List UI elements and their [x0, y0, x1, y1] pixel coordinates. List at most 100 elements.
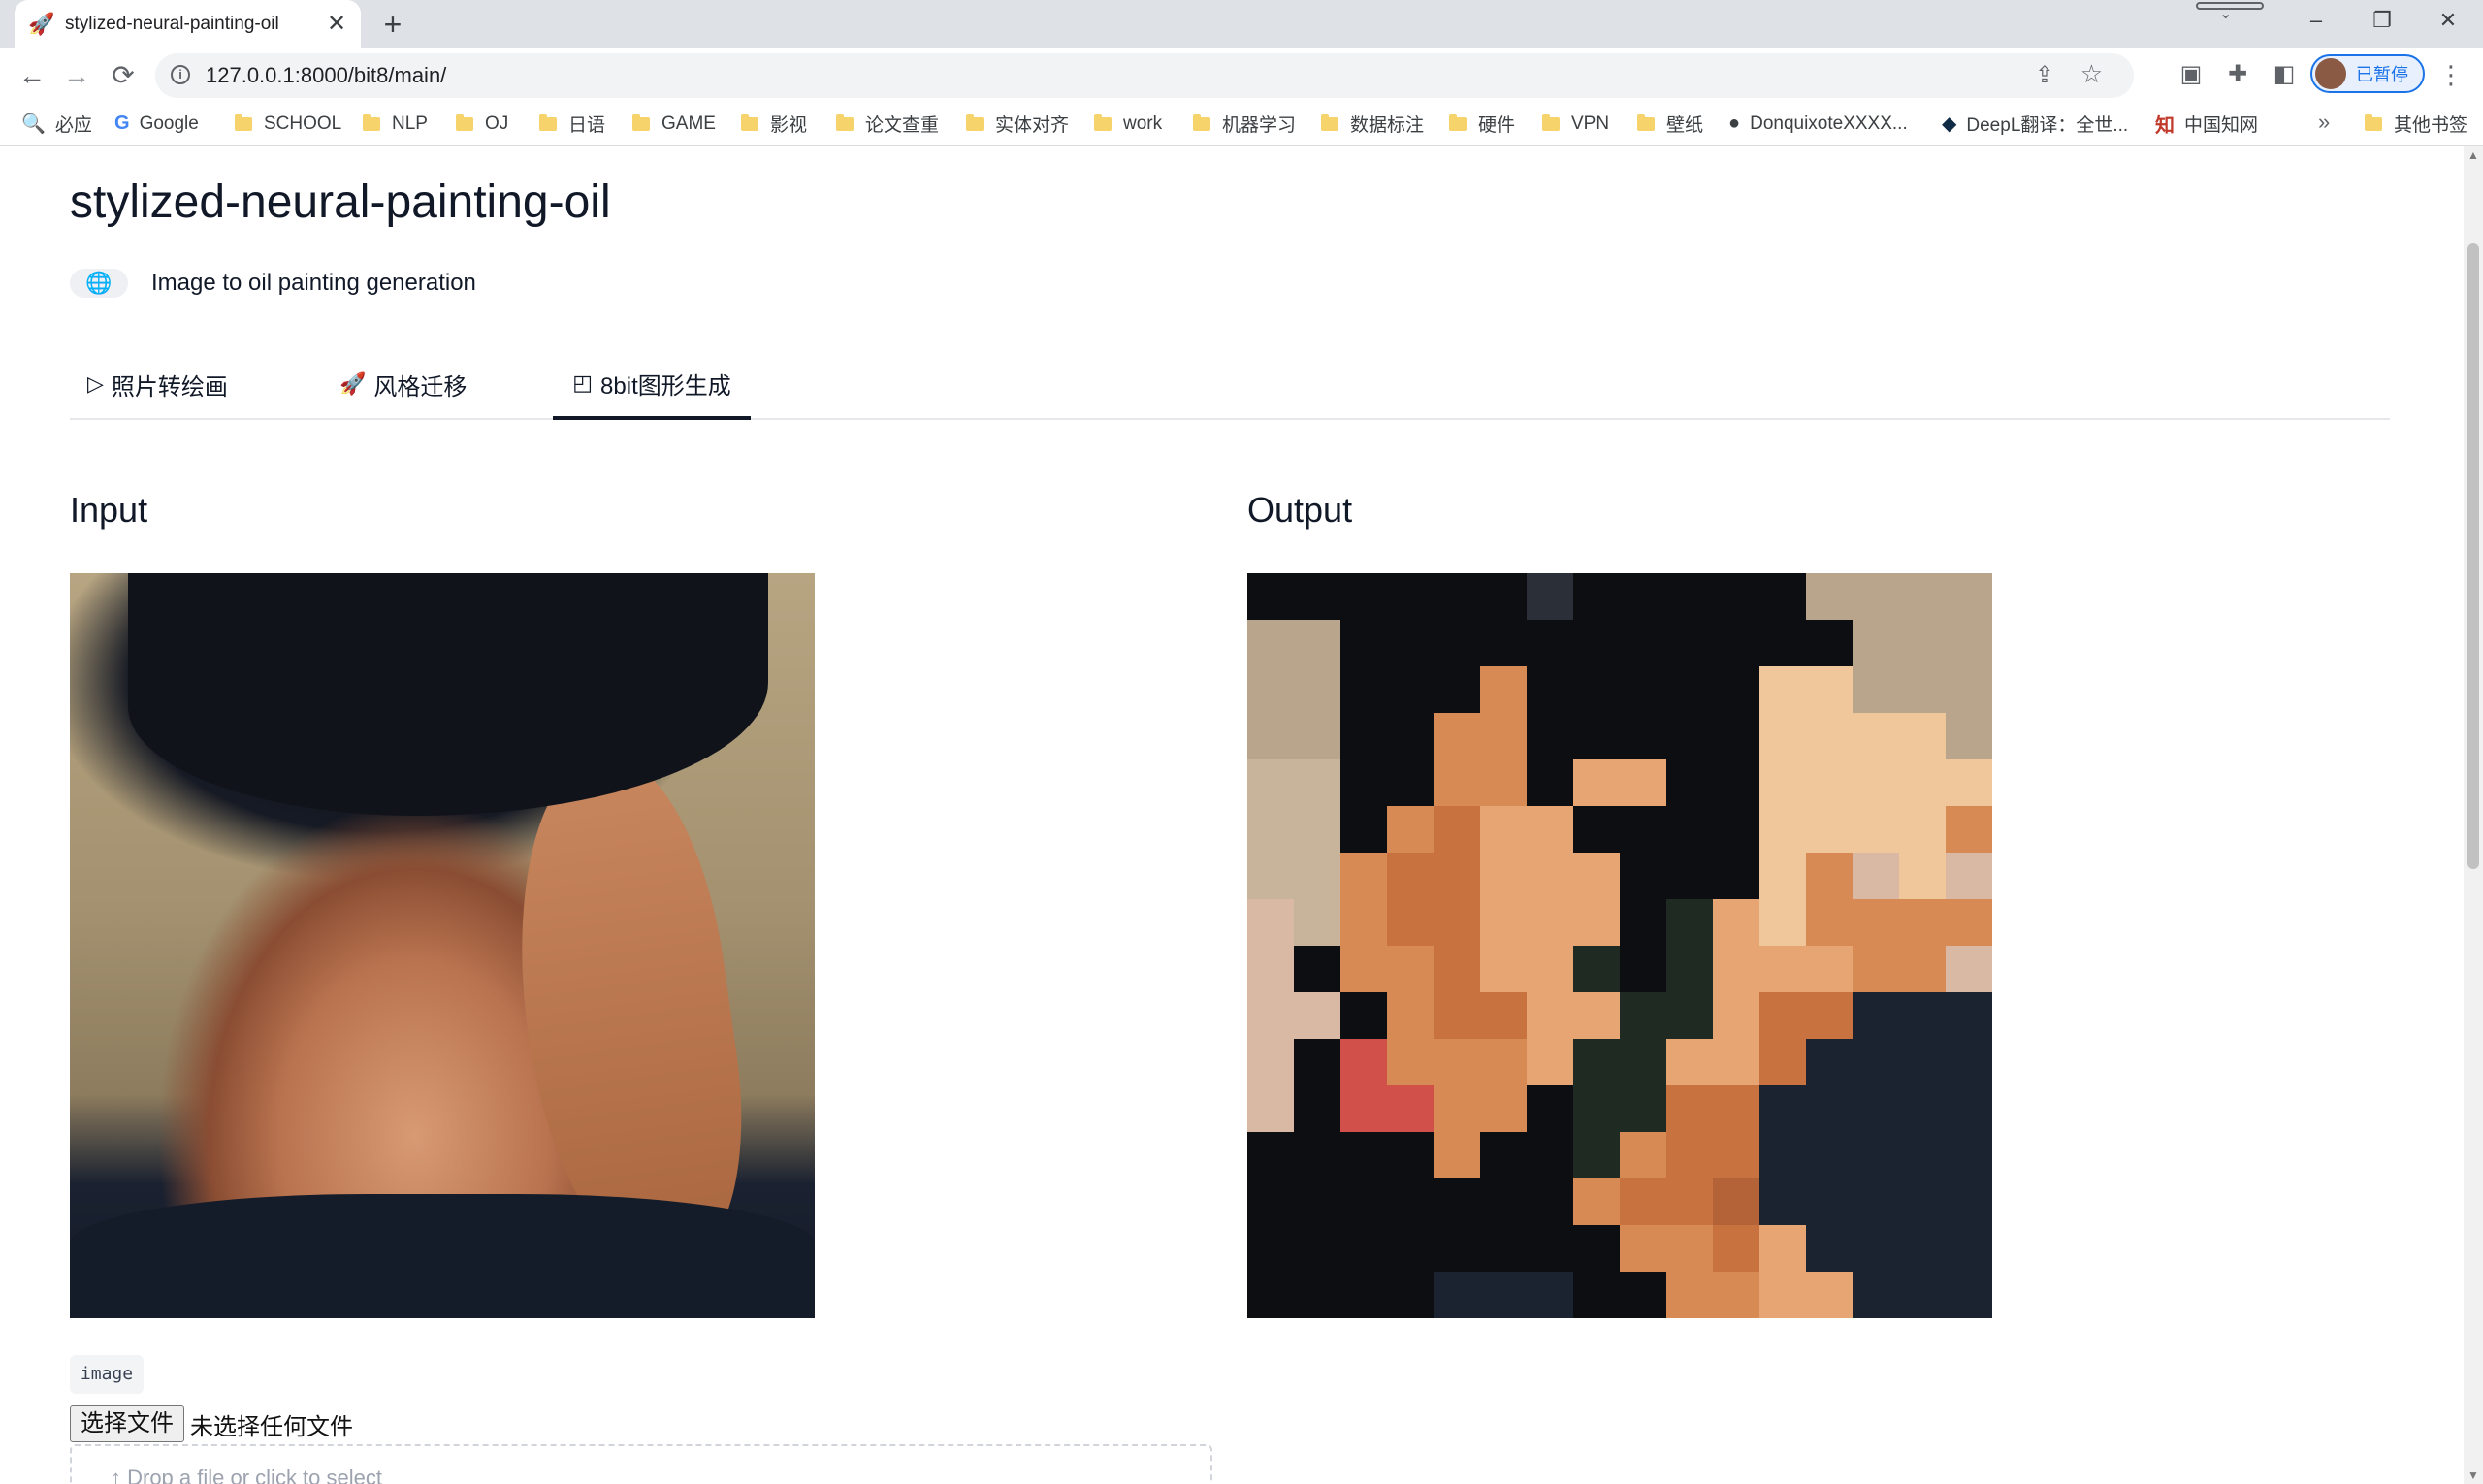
side-panel-icon[interactable]: ◧: [2270, 60, 2299, 89]
page-scrollbar[interactable]: ▲ ▼: [2464, 146, 2483, 1484]
bookmark-18[interactable]: 知中国知网: [2155, 102, 2258, 145]
deepl-icon: ◆: [1942, 113, 1957, 135]
pixel-block: [1759, 806, 1806, 853]
tab-8bit-generation[interactable]: ◰ 8bit图形生成: [553, 350, 751, 420]
pixel-block: [1294, 759, 1340, 806]
pixel-block: [1247, 713, 1294, 759]
bookmark-2[interactable]: SCHOOL: [235, 102, 341, 145]
pixel-block: [1806, 713, 1853, 759]
bookmark-14[interactable]: VPN: [1542, 102, 1609, 145]
bookmark-label: VPN: [1571, 113, 1610, 134]
bookmark-0[interactable]: 🔍 必应: [21, 102, 92, 145]
tab-close-icon[interactable]: ✕: [322, 10, 351, 39]
bookmark-label: DeepL翻译：全世...: [1966, 115, 2129, 136]
bookmark-13[interactable]: 硬件: [1449, 102, 1515, 145]
pixel-block: [1946, 1178, 1992, 1225]
pixel-block: [1666, 806, 1713, 853]
pixel-block: [1480, 713, 1527, 759]
pixel-block: [1713, 1039, 1759, 1085]
forward-button[interactable]: →: [58, 57, 95, 94]
pixel-block: [1666, 1039, 1713, 1085]
browser-toolbar: ← → ⟳ i 127.0.0.1:8000/bit8/main/ ⇪ ☆ ▣ …: [0, 48, 2483, 102]
pixel-block: [1666, 1132, 1713, 1178]
pixel-block: [1527, 899, 1573, 946]
puzzle-extensions-icon[interactable]: ✚: [2223, 60, 2252, 89]
pixel-block: [1853, 992, 1899, 1039]
pixel-block: [1620, 946, 1666, 992]
bookmark-19[interactable]: 其他书签: [2365, 102, 2467, 145]
bookmark-label: 硬件: [1478, 115, 1516, 136]
bookmark-1[interactable]: G Google: [114, 102, 199, 145]
pixel-block: [1759, 1225, 1806, 1272]
pixel-block: [1853, 1039, 1899, 1085]
profile-button[interactable]: 已暂停: [2310, 54, 2425, 93]
scroll-up-icon[interactable]: ▲: [2467, 148, 2479, 162]
bookmark-16[interactable]: ● DonquixoteXXXX...: [1728, 102, 1908, 145]
pixel-block: [1899, 1178, 1946, 1225]
bookmark-3[interactable]: NLP: [363, 102, 428, 145]
pixel-block: [1480, 1225, 1527, 1272]
new-tab-button[interactable]: +: [376, 8, 409, 41]
scrollbar-thumb[interactable]: [2467, 243, 2479, 869]
browser-tab[interactable]: 🚀 stylized-neural-painting-oil ✕: [15, 0, 361, 48]
window-close-button[interactable]: ✕: [2419, 6, 2477, 35]
bookmark-9[interactable]: 实体对齐: [966, 102, 1069, 145]
site-info-icon[interactable]: i: [171, 65, 190, 84]
pixel-block: [1899, 713, 1946, 759]
pixel-block: [1620, 1225, 1666, 1272]
bookmark-4[interactable]: OJ: [456, 102, 508, 145]
share-icon[interactable]: ⇪: [2035, 61, 2054, 89]
pixel-block: [1853, 759, 1899, 806]
bookmark-10[interactable]: work: [1094, 102, 1162, 145]
pixel-block: [1666, 573, 1713, 620]
pixel-block: [1899, 666, 1946, 713]
pixel-block: [1434, 1225, 1480, 1272]
pixel-block: [1759, 1085, 1806, 1132]
pixel-block: [1247, 806, 1294, 853]
pixel-block: [1853, 1225, 1899, 1272]
pixel-block: [1620, 666, 1666, 713]
pixel-block: [1759, 666, 1806, 713]
bookmark-17[interactable]: ◆ DeepL翻译：全世...: [1942, 102, 2128, 145]
bookmark-label: 机器学习: [1222, 115, 1297, 136]
pixel-block: [1620, 853, 1666, 899]
choose-file-button[interactable]: 选择文件: [70, 1405, 184, 1442]
pixel-block: [1573, 1225, 1620, 1272]
pixel-block: [1713, 1085, 1759, 1132]
back-button[interactable]: ←: [14, 57, 50, 94]
restore-button[interactable]: ❐: [2353, 6, 2411, 35]
folder-icon: [1094, 113, 1112, 131]
tab-search-button[interactable]: ⌄: [2194, 0, 2266, 22]
reload-button[interactable]: ⟳: [105, 57, 142, 94]
pixel-block: [1666, 759, 1713, 806]
pixel-block: [1387, 899, 1434, 946]
url-text[interactable]: 127.0.0.1:8000/bit8/main/: [206, 53, 446, 98]
bookmark-15[interactable]: 壁纸: [1637, 102, 1703, 145]
folder-icon: [1637, 113, 1655, 131]
pixel-block: [1573, 713, 1620, 759]
pixel-block: [1899, 620, 1946, 666]
bookmarks-overflow-icon[interactable]: »: [2318, 110, 2330, 135]
pixel-block: [1573, 1085, 1620, 1132]
minimize-button[interactable]: –: [2287, 6, 2345, 35]
bookmark-8[interactable]: 论文查重: [836, 102, 939, 145]
bookmark-7[interactable]: 影视: [741, 102, 807, 145]
pixel-block: [1527, 992, 1573, 1039]
pixel-block: [1620, 1039, 1666, 1085]
bookmark-5[interactable]: 日语: [539, 102, 605, 145]
address-bar[interactable]: i 127.0.0.1:8000/bit8/main/ ⇪ ☆: [155, 53, 2134, 98]
bookmark-6[interactable]: GAME: [632, 102, 716, 145]
scroll-down-icon[interactable]: ▼: [2467, 1468, 2479, 1482]
input-label: Input: [70, 490, 148, 530]
file-dropzone[interactable]: ↑ Drop a file or click to select: [70, 1444, 1212, 1484]
tab-photo-to-painting[interactable]: ▷ 照片转绘画: [87, 350, 228, 418]
profile-status-label: 已暂停: [2356, 65, 2408, 84]
bookmark-12[interactable]: 数据标注: [1321, 102, 1424, 145]
extension-icon[interactable]: ▣: [2177, 60, 2206, 89]
pixel-block: [1853, 1132, 1899, 1178]
output-label: Output: [1247, 490, 1353, 530]
bookmark-11[interactable]: 机器学习: [1193, 102, 1296, 145]
bookmark-star-icon[interactable]: ☆: [2080, 59, 2103, 89]
tab-style-transfer[interactable]: 🚀 风格迁移: [339, 350, 467, 418]
browser-menu-icon[interactable]: ⋮: [2436, 58, 2466, 91]
